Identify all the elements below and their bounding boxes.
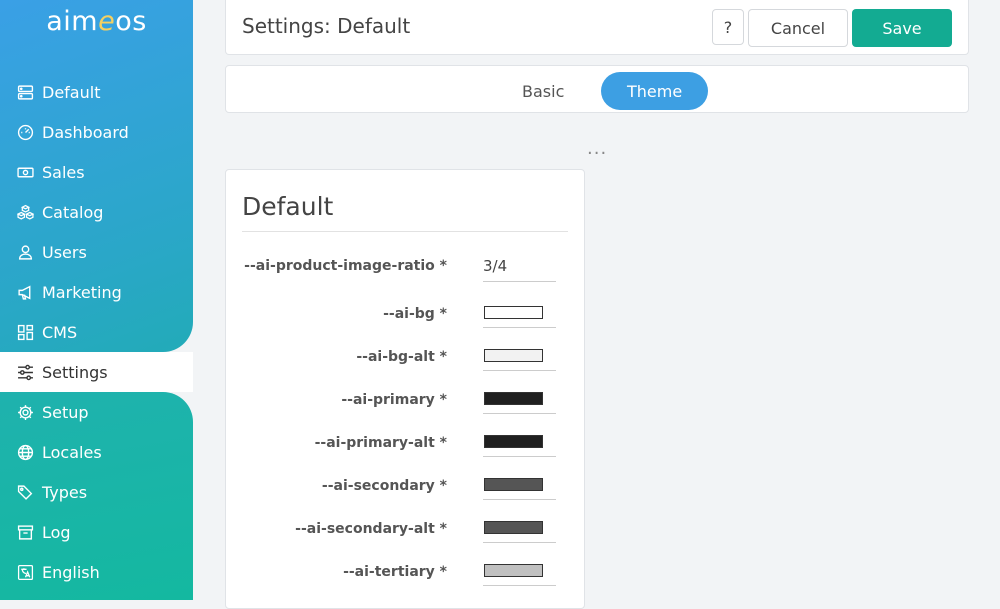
gear-icon — [16, 403, 34, 421]
sidebar-item-label: English — [42, 562, 100, 582]
sidebar-item-label: Catalog — [42, 202, 104, 222]
more-options-icon[interactable]: ... — [587, 138, 607, 159]
secondary-alt-color-swatch[interactable] — [484, 521, 543, 534]
sidebar-item-settings[interactable]: Settings — [0, 352, 193, 392]
primary-color-swatch[interactable] — [484, 392, 543, 405]
field-label-primary-alt: --ai-primary-alt * — [314, 435, 447, 451]
translate-icon — [16, 563, 34, 581]
tags-icon — [16, 483, 34, 501]
globe-icon — [16, 443, 34, 461]
sidebar-item-locales[interactable]: Locales — [0, 432, 193, 472]
person-icon — [16, 243, 34, 261]
primary-alt-color-swatch[interactable] — [484, 435, 543, 448]
bg-alt-color-swatch[interactable] — [484, 349, 543, 362]
cash-icon — [16, 163, 34, 181]
sidebar-item-label: Settings — [42, 362, 108, 382]
primary-alt-color-field[interactable] — [483, 427, 556, 457]
sidebar: aimeos Default Dashboard Sales Catalog U… — [0, 0, 193, 600]
sidebar-item-label: Setup — [42, 402, 89, 422]
sliders-icon — [16, 363, 34, 381]
tab-basic[interactable]: Basic — [496, 72, 590, 110]
sidebar-item-log[interactable]: Log — [0, 512, 193, 552]
bg-color-swatch[interactable] — [484, 306, 543, 319]
sidebar-item-label: Users — [42, 242, 87, 262]
help-button[interactable]: ? — [712, 9, 744, 45]
tertiary-color-swatch[interactable] — [484, 564, 543, 577]
product-image-ratio-input[interactable]: 3/4 — [483, 252, 556, 282]
tab-theme[interactable]: Theme — [601, 72, 709, 110]
field-label-bg-alt: --ai-bg-alt * — [356, 349, 447, 365]
boxes-icon — [16, 203, 34, 221]
field-label-secondary-alt: --ai-secondary-alt * — [295, 521, 447, 537]
field-label-primary: --ai-primary * — [341, 392, 447, 408]
sidebar-item-setup[interactable]: Setup — [0, 392, 193, 432]
speedometer-icon — [16, 123, 34, 141]
sidebar-item-english[interactable]: English — [0, 552, 193, 592]
sidebar-item-label: Dashboard — [42, 122, 129, 142]
theme-settings-card: Default --ai-product-image-ratio * 3/4 -… — [225, 169, 585, 609]
field-label-tertiary: --ai-tertiary * — [343, 564, 447, 580]
sidebar-item-marketing[interactable]: Marketing — [0, 272, 193, 312]
sidebar-item-label: Types — [42, 482, 88, 502]
card-title: Default — [242, 192, 334, 221]
sidebar-item-label: Marketing — [42, 282, 122, 302]
sidebar-item-default[interactable]: Default — [0, 72, 193, 112]
field-label-product-image-ratio: --ai-product-image-ratio * — [244, 258, 447, 274]
sidebar-item-label: Log — [42, 522, 71, 542]
secondary-color-swatch[interactable] — [484, 478, 543, 491]
sidebar-item-label: CMS — [42, 322, 78, 342]
sidebar-item-sales[interactable]: Sales — [0, 152, 193, 192]
secondary-alt-color-field[interactable] — [483, 513, 556, 543]
aimeos-logo[interactable]: aimeos — [0, 6, 193, 37]
server-icon — [16, 83, 34, 101]
grid-icon — [16, 323, 34, 341]
logo-text-prefix: aim — [46, 6, 99, 37]
page-title: Settings: Default — [242, 14, 411, 38]
save-button[interactable]: Save — [852, 9, 952, 47]
sidebar-item-label: Sales — [42, 162, 85, 182]
bg-color-field[interactable] — [483, 298, 556, 328]
sidebar-item-label: Locales — [42, 442, 102, 462]
sidebar-item-dashboard[interactable]: Dashboard — [0, 112, 193, 152]
primary-color-field[interactable] — [483, 384, 556, 414]
secondary-color-field[interactable] — [483, 470, 556, 500]
logo-text-accent: e — [98, 6, 116, 37]
megaphone-icon — [16, 283, 34, 301]
bg-alt-color-field[interactable] — [483, 341, 556, 371]
cancel-button[interactable]: Cancel — [748, 9, 848, 47]
tertiary-color-field[interactable] — [483, 556, 556, 586]
sidebar-item-label: Default — [42, 82, 101, 102]
field-label-bg: --ai-bg * — [383, 306, 447, 322]
logo-text-suffix: os — [115, 6, 147, 37]
field-label-secondary: --ai-secondary * — [321, 478, 447, 494]
sidebar-item-users[interactable]: Users — [0, 232, 193, 272]
sidebar-item-catalog[interactable]: Catalog — [0, 192, 193, 232]
tab-bar: Basic Theme — [225, 65, 969, 113]
divider — [242, 231, 568, 232]
page-header: Settings: Default ? Cancel Save — [225, 0, 969, 55]
archive-icon — [16, 523, 34, 541]
sidebar-item-types[interactable]: Types — [0, 472, 193, 512]
sidebar-item-cms[interactable]: CMS — [0, 312, 193, 352]
